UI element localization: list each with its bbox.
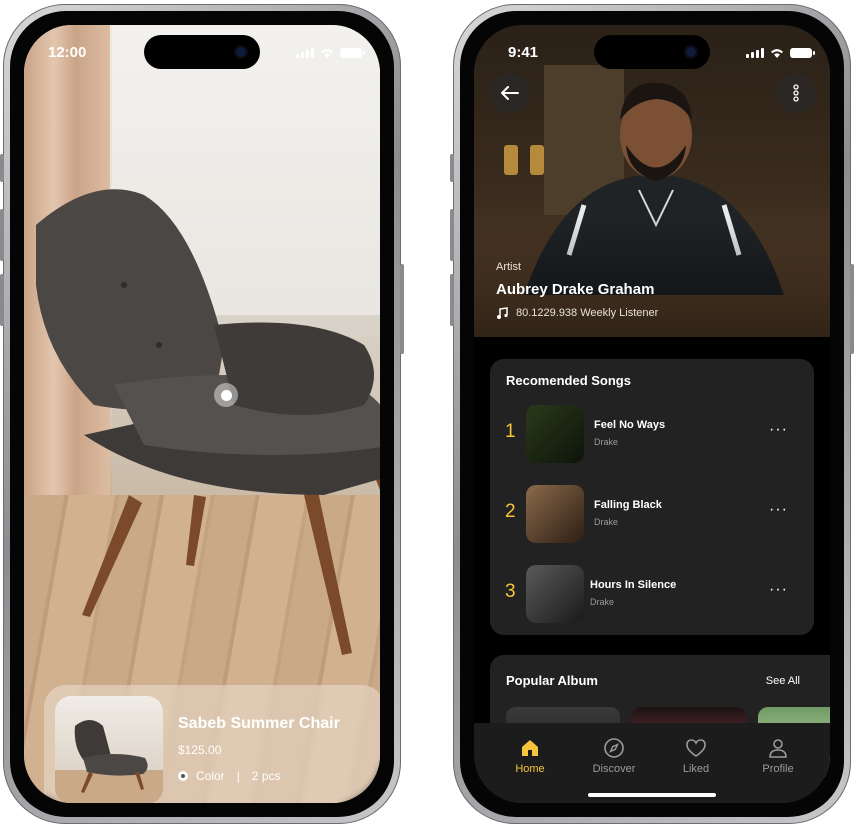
song-artist: Drake: [590, 597, 615, 607]
status-icons: [746, 47, 815, 58]
battery-icon: [340, 48, 365, 58]
home-indicator: [588, 793, 716, 797]
song-artist: Drake: [594, 437, 619, 447]
volume-up-button: [0, 209, 4, 261]
tab-label: Liked: [682, 763, 710, 775]
status-icons: [296, 47, 365, 58]
song-title: Hours In Silence: [590, 579, 677, 591]
tab-discover[interactable]: Discover: [584, 737, 644, 775]
left-bezel: 12:00 Sabeb Summer Chair $125.00 Color |…: [10, 11, 394, 817]
song-row[interactable]: 1 Feel No Ways Drake ···: [490, 403, 814, 467]
song-row[interactable]: 2 Falling Black Drake ···: [490, 483, 814, 547]
armchair-thumbnail-icon: [55, 720, 163, 803]
song-more-icon[interactable]: ···: [769, 421, 788, 439]
color-swatch-icon[interactable]: [178, 771, 188, 781]
wifi-icon: [771, 49, 783, 58]
right-phone-frame: 9:41 Artist Aubrey Drake Graham 80.1229.…: [450, 4, 854, 824]
volume-down-button: [450, 274, 454, 326]
product-hotspot[interactable]: [214, 383, 238, 407]
tab-home[interactable]: Home: [500, 737, 560, 775]
left-screen: 12:00 Sabeb Summer Chair $125.00 Color |…: [24, 25, 380, 803]
status-bar: 9:41: [474, 41, 830, 63]
product-thumbnail: [55, 696, 163, 803]
recommended-songs-card: Recomended Songs 1 Feel No Ways Drake ··…: [490, 359, 814, 635]
music-note-icon: [497, 307, 508, 319]
hero-shade: [474, 217, 830, 337]
listener-count-text: 80.1229.938 Weekly Listener: [516, 307, 659, 319]
power-button: [850, 264, 854, 354]
tab-bar: Home Discover Liked Profile: [474, 723, 830, 803]
tab-label: Home: [515, 763, 545, 775]
more-options-button[interactable]: [776, 73, 816, 113]
back-button[interactable]: [490, 73, 530, 113]
vertical-dots-icon: [793, 84, 799, 102]
song-rank: 2: [505, 501, 516, 522]
status-bar: 12:00: [24, 41, 380, 63]
listener-count: 80.1229.938 Weekly Listener: [496, 307, 658, 319]
popular-title: Popular Album: [506, 673, 598, 688]
song-artwork: [526, 485, 584, 543]
tab-label: Discover: [592, 763, 636, 775]
song-title: Falling Black: [594, 499, 662, 511]
tab-label: Profile: [762, 763, 794, 775]
status-time: 9:41: [508, 44, 539, 61]
song-rank: 1: [505, 421, 516, 442]
tab-liked[interactable]: Liked: [666, 737, 726, 775]
battery-icon: [790, 48, 815, 58]
right-screen: 9:41 Artist Aubrey Drake Graham 80.1229.…: [474, 25, 830, 803]
action-button: [450, 154, 454, 182]
status-time: 12:00: [48, 44, 87, 61]
armchair-image: [36, 189, 380, 655]
left-phone-frame: 12:00 Sabeb Summer Chair $125.00 Color |…: [0, 4, 404, 824]
tab-profile[interactable]: Profile: [748, 737, 808, 775]
meta-separator: |: [236, 769, 240, 783]
recommended-title: Recomended Songs: [506, 373, 631, 388]
product-name: Sabeb Summer Chair: [178, 715, 340, 732]
song-row[interactable]: 3 Hours In Silence Drake ···: [490, 563, 814, 627]
volume-down-button: [0, 274, 4, 326]
user-icon: [769, 739, 787, 758]
product-price: $125.00: [178, 743, 222, 757]
song-title: Feel No Ways: [594, 419, 666, 431]
arrow-left-icon: [501, 86, 519, 100]
song-more-icon[interactable]: ···: [769, 581, 788, 599]
wifi-icon: [321, 49, 333, 58]
song-artwork: [526, 405, 584, 463]
see-all-link[interactable]: See All: [766, 675, 800, 687]
compass-icon: [604, 738, 624, 758]
heart-icon: [686, 739, 706, 757]
right-bezel: 9:41 Artist Aubrey Drake Graham 80.1229.…: [460, 11, 844, 817]
signal-icon: [746, 48, 764, 58]
song-artwork: [526, 565, 584, 623]
song-rank: 3: [505, 581, 516, 602]
power-button: [400, 264, 404, 354]
product-meta: Color | 2 pcs: [178, 769, 281, 783]
action-button: [0, 154, 4, 182]
artist-tag: Artist: [496, 261, 522, 273]
song-more-icon[interactable]: ···: [769, 501, 788, 519]
color-label: Color: [196, 769, 225, 783]
quantity-label: 2 pcs: [251, 769, 281, 783]
artist-name: Aubrey Drake Graham: [496, 281, 655, 298]
signal-icon: [296, 48, 314, 58]
volume-up-button: [450, 209, 454, 261]
home-icon: [522, 740, 538, 756]
song-artist: Drake: [594, 517, 619, 527]
product-card[interactable]: Sabeb Summer Chair $125.00 Color | 2 pcs: [44, 685, 380, 803]
